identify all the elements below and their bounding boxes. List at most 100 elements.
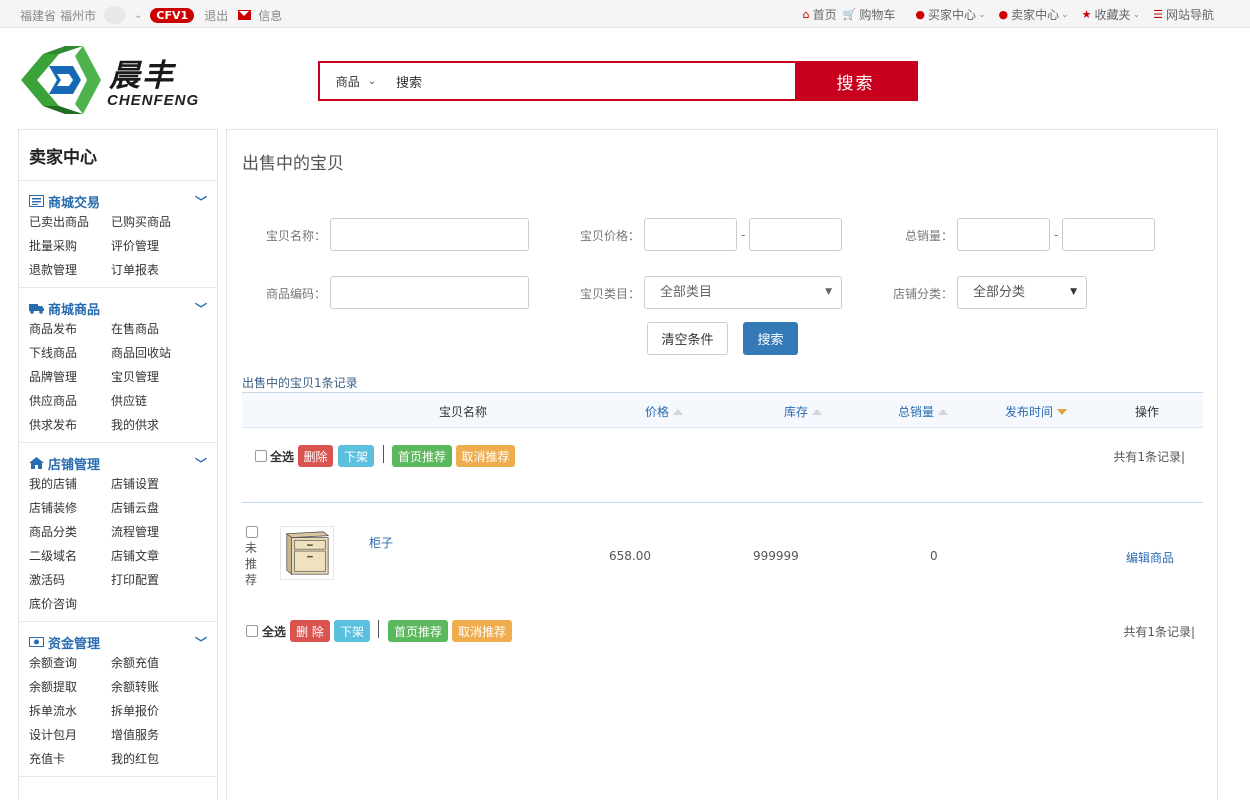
- sidebar-item[interactable]: 店铺设置: [111, 476, 201, 493]
- home-icon: [29, 457, 44, 469]
- sidebar-item[interactable]: 供求发布: [29, 417, 111, 434]
- select-all-label[interactable]: 全选: [262, 623, 286, 640]
- chevron-down-icon: ⌄: [1061, 9, 1069, 20]
- chevron-down-icon: ﹀: [194, 194, 207, 209]
- sidebar-item[interactable]: 打印配置: [111, 572, 201, 589]
- sidebar-item[interactable]: 激活码: [29, 572, 111, 589]
- sidebar-item[interactable]: 拆单报价: [111, 703, 201, 720]
- sidebar-item[interactable]: 店铺文章: [111, 548, 201, 565]
- sidebar-item[interactable]: 订单报表: [111, 262, 201, 279]
- search-category-select[interactable]: 商品 ⌄: [320, 63, 392, 99]
- sidebar-group-header[interactable]: 资金管理 ﹀: [29, 632, 207, 652]
- sidebar-group-header[interactable]: 店铺管理 ﹀: [29, 453, 207, 473]
- sidebar-item[interactable]: 充值卡: [29, 751, 111, 768]
- filter-category-select[interactable]: 全部类目 ▼: [644, 276, 842, 309]
- sidebar-item[interactable]: 退款管理: [29, 262, 111, 279]
- bulk-actions-bottom: 全选 删 除 下架 首页推荐 取消推荐 共有1条记录|: [242, 620, 1203, 647]
- sidebar-item[interactable]: 流程管理: [111, 524, 201, 541]
- avatar[interactable]: [104, 6, 127, 24]
- sidebar-item[interactable]: 设计包月: [29, 727, 111, 744]
- product-name-link[interactable]: 柜子: [369, 534, 393, 551]
- column-stock[interactable]: 库存: [784, 403, 823, 420]
- top-bar: 福建省 福州市 ⌄ CFV1 退出 信息 ⌂ 首页 🛒 购物车 ● 买家中心 ⌄ ● 卖家…: [0, 0, 1250, 28]
- delete-button[interactable]: 删除: [298, 445, 333, 467]
- sidebar-item[interactable]: 底价咨询: [29, 596, 111, 613]
- column-time[interactable]: 发布时间: [1005, 403, 1068, 420]
- sidebar-item[interactable]: 商品发布: [29, 321, 111, 338]
- filter-sales-min-input[interactable]: [957, 218, 1050, 251]
- sidebar-item[interactable]: 增值服务: [111, 727, 201, 744]
- sidebar-item[interactable]: 供应商品: [29, 393, 111, 410]
- column-sales-label: 总销量: [898, 405, 935, 419]
- nav-favorites[interactable]: ★ 收藏夹 ⌄: [1082, 6, 1140, 23]
- city-label[interactable]: 福州市: [60, 7, 96, 24]
- search-button[interactable]: 搜索: [795, 63, 916, 99]
- filter-category-value: 全部类目: [660, 285, 713, 300]
- filter-price-min-input[interactable]: [644, 218, 737, 251]
- nav-sitemap[interactable]: ☰ 网站导航: [1153, 6, 1214, 23]
- sidebar-item[interactable]: 品牌管理: [29, 369, 111, 386]
- select-all-checkbox[interactable]: [255, 450, 267, 462]
- sidebar-item[interactable]: 已购买商品: [111, 214, 201, 231]
- sidebar-item[interactable]: 店铺装修: [29, 500, 111, 517]
- select-all-label[interactable]: 全选: [270, 448, 294, 465]
- filter-name-input[interactable]: [330, 218, 529, 251]
- sidebar-item[interactable]: 商品分类: [29, 524, 111, 541]
- chevron-down-icon: ⌄: [977, 9, 986, 20]
- logout-link[interactable]: 退出: [204, 7, 228, 24]
- sidebar-group-header[interactable]: 商城商品 ﹀: [29, 298, 207, 318]
- delete-button[interactable]: 删 除: [290, 620, 330, 642]
- logo[interactable]: 晨丰 CHENFENG: [19, 44, 214, 118]
- money-icon: [29, 637, 44, 647]
- sidebar-item[interactable]: 评价管理: [111, 238, 201, 255]
- sidebar-item[interactable]: 余额查询: [29, 655, 111, 672]
- sidebar-item[interactable]: 宝贝管理: [111, 369, 201, 386]
- product-thumbnail[interactable]: [280, 526, 334, 580]
- column-price[interactable]: 价格: [645, 403, 684, 420]
- recommend-button[interactable]: 首页推荐: [392, 445, 452, 467]
- sidebar-item[interactable]: 余额提取: [29, 679, 111, 696]
- sidebar-item[interactable]: 下线商品: [29, 345, 111, 362]
- filter-shopcat-select[interactable]: 全部分类 ▼: [957, 276, 1087, 309]
- user-icon: ●: [915, 8, 925, 21]
- chevron-down-icon[interactable]: ⌄: [134, 10, 142, 21]
- recommend-button[interactable]: 首页推荐: [388, 620, 448, 642]
- sidebar-item[interactable]: 我的店铺: [29, 476, 111, 493]
- filter-price-max-input[interactable]: [749, 218, 842, 251]
- sidebar-item[interactable]: 我的红包: [111, 751, 201, 768]
- cancel-recommend-button[interactable]: 取消推荐: [456, 445, 515, 467]
- filter-shopcat-label: 店铺分类：: [893, 287, 954, 301]
- sidebar-group-header[interactable]: 商城交易 ﹀: [29, 191, 207, 211]
- sidebar-item[interactable]: 店铺云盘: [111, 500, 201, 517]
- table-header: 宝贝名称 价格 库存 总销量 发布时间 操作: [242, 392, 1203, 428]
- message-link[interactable]: 信息: [258, 7, 282, 24]
- sidebar-item[interactable]: 在售商品: [111, 321, 201, 338]
- sidebar-item[interactable]: 拆单流水: [29, 703, 111, 720]
- sidebar-item[interactable]: 商品回收站: [111, 345, 201, 362]
- row-checkbox[interactable]: [246, 526, 258, 538]
- clear-filters-button[interactable]: 清空条件: [647, 322, 728, 355]
- filter-sales-max-input[interactable]: [1062, 218, 1155, 251]
- column-sales[interactable]: 总销量: [898, 403, 949, 420]
- offshelf-button[interactable]: 下架: [338, 445, 374, 467]
- sidebar-item[interactable]: 二级域名: [29, 548, 111, 565]
- offshelf-button[interactable]: 下架: [334, 620, 370, 642]
- sidebar-item[interactable]: 批量采购: [29, 238, 111, 255]
- edit-product-link[interactable]: 编辑商品: [1126, 549, 1174, 566]
- filter-code-input[interactable]: [330, 276, 529, 309]
- sidebar-item[interactable]: 余额充值: [111, 655, 201, 672]
- nav-seller-center[interactable]: ● 卖家中心 ⌄: [999, 6, 1069, 23]
- nav-home[interactable]: ⌂ 首页: [803, 6, 837, 23]
- chevron-down-icon: ⌄: [367, 75, 377, 87]
- nav-buyer-center[interactable]: ● 买家中心 ⌄: [915, 6, 985, 23]
- sidebar-item[interactable]: 我的供求: [111, 417, 201, 434]
- sidebar-item[interactable]: 已卖出商品: [29, 214, 111, 231]
- sidebar-item[interactable]: 供应链: [111, 393, 201, 410]
- search-input[interactable]: [392, 63, 795, 99]
- cancel-recommend-button[interactable]: 取消推荐: [452, 620, 512, 642]
- select-all-checkbox[interactable]: [246, 625, 258, 637]
- sidebar-item[interactable]: 余额转账: [111, 679, 201, 696]
- province-label[interactable]: 福建省: [20, 7, 56, 24]
- nav-cart[interactable]: 🛒 购物车: [843, 6, 896, 23]
- filter-search-button[interactable]: 搜索: [743, 322, 798, 355]
